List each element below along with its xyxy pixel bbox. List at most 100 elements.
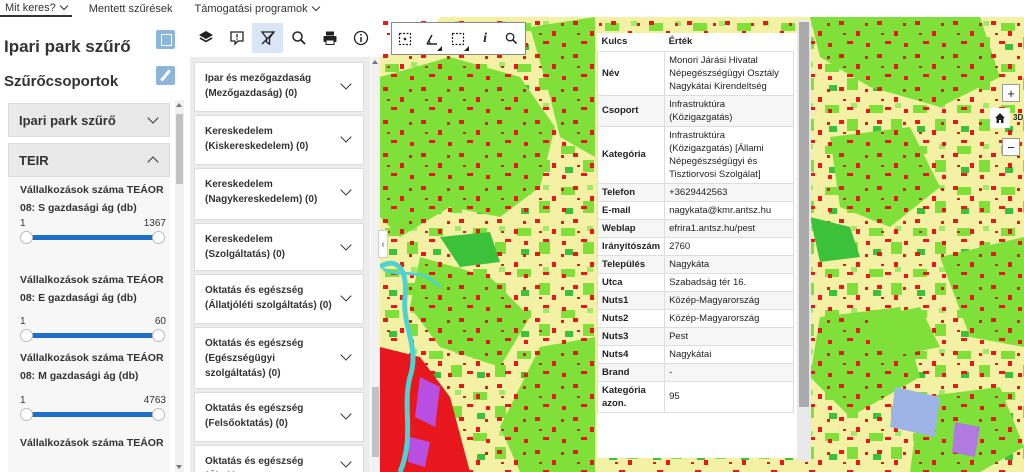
save-button[interactable]	[156, 30, 175, 49]
table-row: Irányítószám 2760	[596, 236, 794, 256]
category-item[interactable]: Oktatás és egészség (Állatjóléti szolgál…	[194, 274, 364, 324]
row-key: Nuts3	[596, 326, 666, 346]
layers-icon[interactable]	[190, 23, 221, 53]
slider-max-handle[interactable]	[152, 408, 165, 421]
edit-button[interactable]	[156, 66, 175, 85]
table-row: Utca Szabadság tér 16.	[596, 272, 794, 292]
range-max: 1367	[143, 218, 166, 229]
scroll-down-arrow[interactable]	[176, 465, 182, 469]
identify-label: i	[483, 30, 488, 46]
search-icon[interactable]	[283, 23, 314, 53]
accordion-industrial-park[interactable]: Ipari park szűrő	[8, 103, 170, 137]
row-value: +3629442563	[664, 182, 794, 202]
range-slider[interactable]	[20, 329, 165, 342]
menu-item-support-programs[interactable]: Támogatási programok	[190, 0, 324, 17]
3d-label: 3D	[1013, 113, 1024, 122]
chevron-down-icon	[340, 290, 352, 302]
scroll-thumb[interactable]	[372, 387, 379, 457]
panel-toolbar	[190, 23, 380, 53]
slider-min-handle[interactable]	[20, 408, 33, 421]
category-item[interactable]: Ipar és mezőgazdaság (Mezőgazdaság) (0)	[194, 62, 364, 112]
row-value: Monori Járási Hivatal Népegészségügyi Os…	[664, 50, 794, 96]
row-value: Infrastruktúra (Közigazgatás) [Állami Né…	[664, 125, 794, 184]
lasso-icon[interactable]	[445, 23, 472, 54]
row-key: Név	[596, 50, 666, 96]
category-item[interactable]: Kereskedelem (Nagykereskedelem) (0)	[194, 168, 364, 220]
chevron-down-icon	[340, 78, 352, 90]
chevron-down-icon	[340, 456, 352, 468]
popup-scrollbar[interactable]	[797, 20, 811, 461]
category-item[interactable]: Oktatás és egészség (Általános...	[194, 445, 364, 472]
slider-min-handle[interactable]	[20, 231, 33, 244]
filter-label: Vállalkozások száma TEÁOR	[20, 437, 164, 449]
comment-icon[interactable]	[221, 23, 252, 53]
accordion-teir[interactable]: TEIR	[8, 143, 170, 177]
menu-item-label: Mit keres?	[5, 1, 56, 14]
scroll-thumb[interactable]	[176, 114, 183, 184]
slider-min-handle[interactable]	[20, 329, 33, 342]
zoom-icon[interactable]	[498, 23, 525, 54]
filter-scrollbar[interactable]	[175, 100, 184, 472]
scroll-up-arrow[interactable]	[176, 103, 182, 107]
3d-toggle[interactable]: 3D	[1013, 113, 1023, 122]
panel-title: Ipari park szűrő	[4, 37, 131, 56]
table-row: Kategória Infrastruktúra (Közigazgatás) […	[596, 125, 794, 184]
chevron-down-icon	[340, 131, 352, 143]
category-label: Kereskedelem (Kiskereskedelem) (0)	[205, 126, 309, 152]
accordion-label: Ipari park szűrő	[19, 112, 116, 128]
row-value: Nagykátai	[664, 344, 794, 364]
scroll-up-arrow[interactable]	[372, 60, 378, 64]
measure-icon[interactable]	[419, 23, 446, 54]
category-list: Ipar és mezőgazdaság (Mezőgazdaság) (0) …	[190, 57, 370, 472]
row-value: nagykata@kmr.antsz.hu	[664, 200, 794, 220]
table-row: Nuts1 Közép-Magyarország	[596, 290, 794, 310]
select-box-icon[interactable]	[392, 23, 419, 54]
category-item[interactable]: Oktatás és egészség (Felsőoktatás) (0)	[194, 392, 364, 442]
category-item[interactable]: Kereskedelem (Kiskereskedelem) (0)	[194, 115, 364, 165]
row-value: Közép-Magyarország	[664, 308, 794, 328]
identify-icon[interactable]: i	[472, 23, 499, 54]
zoom-out-label: −	[1007, 139, 1015, 155]
table-row: Telefon +3629442563	[596, 182, 794, 202]
zoom-in-label: +	[1007, 85, 1015, 101]
category-item[interactable]: Oktatás és egészség (Egészségügyi szolgá…	[194, 327, 364, 389]
column-header-value: Érték	[668, 36, 693, 48]
row-key: Nuts1	[596, 290, 666, 310]
slider-track	[24, 235, 161, 240]
info-icon[interactable]	[345, 23, 376, 53]
slider-max-handle[interactable]	[152, 329, 165, 342]
scroll-thumb[interactable]	[799, 22, 809, 407]
zoom-out-button[interactable]: −	[1002, 138, 1020, 156]
row-value: Infrastruktúra (Közigazgatás)	[664, 94, 794, 127]
row-key: Utca	[596, 272, 666, 292]
category-item[interactable]: Kereskedelem (Szolgáltatás) (0)	[194, 223, 364, 271]
row-key: Csoport	[596, 94, 666, 127]
category-label: Kereskedelem (Szolgáltatás) (0)	[205, 234, 286, 260]
range-labels: 1 4763	[20, 395, 166, 406]
row-key: Kategória	[596, 125, 666, 184]
row-value: Nagykáta	[664, 254, 794, 274]
menu-item-search[interactable]: Mit keres?	[0, 0, 72, 17]
category-label: Oktatás és egészség (Általános...	[205, 456, 304, 472]
menu-item-saved-filters[interactable]: Mentett szűrések	[84, 0, 178, 17]
map-toolbar: i	[391, 22, 526, 55]
filter-off-icon[interactable]	[252, 23, 283, 53]
row-key: Nuts2	[596, 308, 666, 328]
accordion-label: TEIR	[19, 152, 49, 168]
range-max: 60	[154, 316, 166, 327]
feature-info-popup: Kulcs Érték Név Monori Járási Hivatal Nép…	[596, 33, 797, 458]
range-slider[interactable]	[20, 231, 165, 244]
row-value: efrira1.antsz.hu/pest	[664, 218, 794, 238]
row-value: Pest	[664, 326, 794, 346]
zoom-in-button[interactable]: +	[1002, 84, 1020, 102]
collapse-panel-button[interactable]: ‹	[378, 230, 388, 258]
range-slider[interactable]	[20, 408, 165, 421]
slider-max-handle[interactable]	[152, 231, 165, 244]
table-row: Település Nagykáta	[596, 254, 794, 274]
home-icon[interactable]	[990, 108, 1010, 128]
chevron-up-icon	[147, 156, 159, 168]
range-min: 1	[20, 395, 26, 406]
print-icon[interactable]	[314, 23, 345, 53]
menu-item-label: Támogatási programok	[194, 2, 308, 15]
category-scrollbar[interactable]	[371, 57, 380, 472]
